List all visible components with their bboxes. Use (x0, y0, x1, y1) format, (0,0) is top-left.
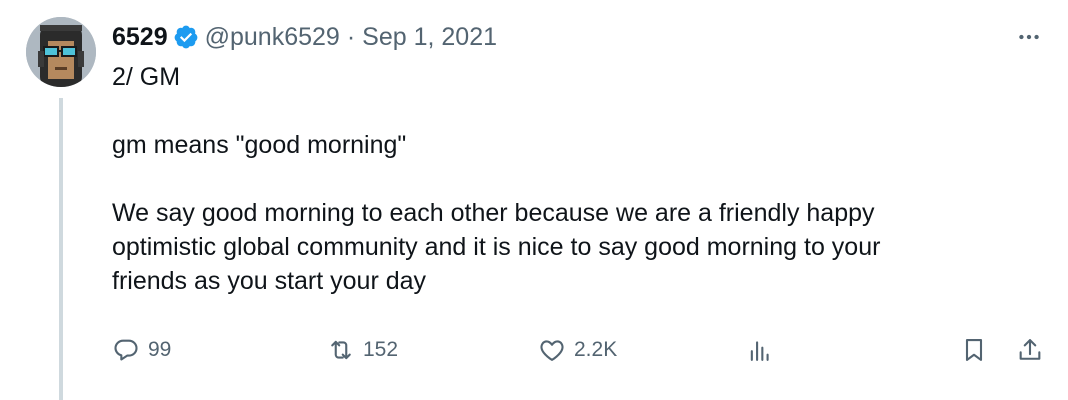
bookmark-icon (965, 339, 983, 361)
like-count: 2.2K (574, 338, 618, 361)
more-options-button[interactable] (1014, 22, 1044, 52)
heart-icon (540, 340, 564, 361)
tweet-date[interactable]: Sep 1, 2021 (362, 23, 497, 52)
share-button[interactable] (1016, 330, 1044, 370)
reply-count: 99 (148, 338, 172, 361)
analytics-icon (750, 341, 769, 361)
action-bar: 99 152 2.2K (112, 330, 1054, 370)
tweet-line: We say good morning to each other becaus… (112, 199, 875, 227)
tweet-text: 2/ GM gm means "good morning" We say goo… (112, 60, 1012, 298)
verified-badge-icon (173, 24, 199, 50)
tweet-header: 6529 @punk6529 · Sep 1, 2021 (112, 20, 497, 54)
more-dots-icon (1019, 34, 1039, 40)
like-button[interactable]: 2.2K (538, 330, 617, 370)
reply-button[interactable]: 99 (112, 330, 171, 370)
thread-line (59, 98, 63, 400)
retweet-icon (331, 340, 351, 360)
tweet-line: 2/ GM (112, 63, 181, 91)
tweet-line: friends as you start your day (112, 267, 427, 295)
bookmark-button[interactable] (960, 330, 988, 370)
display-name[interactable]: 6529 (112, 23, 168, 52)
tweet: 6529 @punk6529 · Sep 1, 2021 2/ GM gm me… (0, 0, 1068, 400)
tweet-line: optimistic global community and it is ni… (112, 233, 881, 261)
tweet-line: gm means "good morning" (112, 131, 407, 159)
avatar[interactable] (26, 17, 96, 87)
views-button[interactable] (746, 330, 774, 370)
retweet-button[interactable]: 152 (327, 330, 398, 370)
handle[interactable]: @punk6529 (205, 23, 340, 52)
share-icon (1019, 339, 1041, 360)
retweet-count: 152 (363, 338, 399, 361)
separator-dot: · (346, 22, 356, 51)
reply-icon (114, 339, 138, 361)
pixel-punk-avatar-icon (26, 17, 96, 87)
